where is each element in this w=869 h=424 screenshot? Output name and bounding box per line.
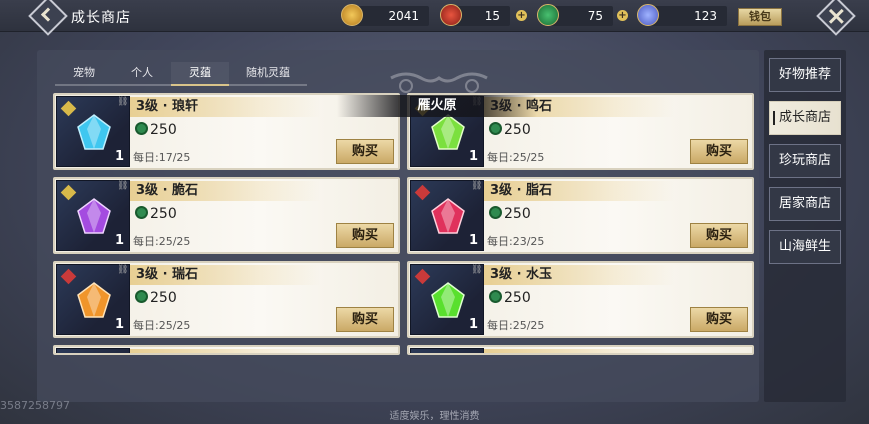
orange-gem-icon (77, 282, 111, 318)
item-name: 3级 · 瑞石 (130, 265, 320, 285)
shop-item-card[interactable]: 1 ⛓ 3级 · 脂石 250 每日:23/25 购买 (407, 177, 754, 254)
green-coin-icon (135, 206, 148, 219)
sidebar-item-growth-shop[interactable]: 成长商店 (769, 101, 841, 135)
currency-green-value: 75 (587, 9, 603, 23)
tab-pets[interactable]: 宠物 (55, 62, 113, 86)
currency-green: 75 (537, 4, 613, 26)
item-price: 250 (135, 206, 177, 222)
currency-gold: 2041 (341, 4, 429, 26)
green-coin-icon (135, 290, 148, 303)
rarity-badge-icon (60, 268, 77, 285)
buy-button[interactable]: 购买 (690, 307, 748, 332)
item-name: 3级 · 琅轩 (130, 97, 320, 117)
buy-button[interactable]: 购买 (336, 307, 394, 332)
shop-item-card[interactable]: 1 ⛓ 3级 · 瑞石 250 每日:25/25 购买 (53, 261, 400, 338)
item-price-value: 250 (150, 290, 177, 306)
currency-gold-value: 2041 (388, 9, 419, 23)
chain-link-icon: ⛓ (117, 97, 129, 107)
currency-blue-value: 123 (694, 9, 717, 23)
shop-item-card-partial[interactable] (53, 345, 400, 355)
currency-blue: 123 (637, 4, 727, 26)
green-coin-icon (489, 122, 502, 135)
item-quantity: 1 (468, 149, 478, 164)
daily-limit: 每日:25/25 (133, 319, 191, 332)
buy-button[interactable]: 购买 (690, 223, 748, 248)
currency-red: 15 (440, 4, 510, 26)
tab-random-lingyun[interactable]: 随机灵蕴 (229, 62, 307, 86)
shop-item-card[interactable]: 1 ⛓ 3级 · 脆石 250 每日:25/25 购买 (53, 177, 400, 254)
green-coin-icon (135, 122, 148, 135)
rarity-badge-icon (60, 184, 77, 201)
item-price-value: 250 (504, 122, 531, 138)
sidebar-item-home-shop[interactable]: 居家商店 (769, 187, 841, 221)
purple-gem-icon (77, 198, 111, 234)
top-bar: 成长商店 2041 15 + 75 + 123 钱包 (0, 0, 869, 36)
rarity-badge-icon (414, 184, 431, 201)
chevron-left-icon (40, 7, 56, 22)
chain-link-icon: ⛓ (117, 181, 129, 191)
currency-red-value: 15 (484, 9, 500, 23)
buy-button[interactable]: 购买 (336, 223, 394, 248)
item-price: 250 (135, 290, 177, 306)
chain-link-icon: ⛓ (471, 181, 483, 191)
blue-gem-icon (77, 114, 111, 150)
item-name-partial (130, 349, 320, 353)
close-button[interactable] (816, 0, 856, 36)
item-quantity: 1 (468, 317, 478, 332)
sidebar-item-featured[interactable]: 好物推荐 (769, 58, 841, 92)
green-coin-icon (489, 290, 502, 303)
tab-lingyun[interactable]: 灵蕴 (171, 62, 229, 86)
daily-limit: 每日:25/25 (487, 319, 545, 332)
shop-item-card[interactable]: 1 ⛓ 3级 · 水玉 250 每日:25/25 购买 (407, 261, 754, 338)
add-green-currency-button[interactable]: + (617, 10, 628, 21)
item-price-value: 250 (150, 122, 177, 138)
green-gem-icon (431, 114, 465, 150)
chain-link-icon: ⛓ (471, 265, 483, 275)
page-title: 成长商店 (71, 10, 131, 26)
shop-item-card-partial[interactable] (407, 345, 754, 355)
back-button[interactable] (28, 0, 68, 36)
daily-limit: 每日:17/25 (133, 151, 191, 164)
sidebar-item-treasure-shop[interactable]: 珍玩商店 (769, 144, 841, 178)
item-price-value: 250 (504, 290, 531, 306)
blue-crystal-icon (637, 4, 659, 26)
add-red-currency-button[interactable]: + (516, 10, 527, 21)
buy-button[interactable]: 购买 (690, 139, 748, 164)
green-gem-icon (431, 282, 465, 318)
daily-limit: 每日:23/25 (487, 235, 545, 248)
item-name: 3级 · 脂石 (484, 181, 674, 201)
item-quantity: 1 (114, 233, 124, 248)
green-coin-icon (537, 4, 559, 26)
red-gem-icon (431, 198, 465, 234)
item-thumbnail (410, 348, 484, 353)
item-price: 250 (489, 206, 531, 222)
item-price-value: 250 (150, 206, 177, 222)
red-orb-icon (440, 4, 462, 26)
rarity-badge-icon (414, 268, 431, 285)
item-quantity: 1 (468, 233, 478, 248)
daily-limit: 每日:25/25 (487, 151, 545, 164)
item-price: 250 (489, 122, 531, 138)
daily-limit: 每日:25/25 (133, 235, 191, 248)
item-quantity: 1 (114, 149, 124, 164)
item-price: 250 (135, 122, 177, 138)
item-name: 3级 · 水玉 (484, 265, 674, 285)
green-coin-icon (489, 206, 502, 219)
gold-pouch-icon (341, 4, 363, 26)
item-thumbnail (56, 348, 130, 353)
buy-button[interactable]: 购买 (336, 139, 394, 164)
wallet-button[interactable]: 钱包 (738, 8, 782, 26)
item-name-partial (484, 349, 674, 353)
location-banner: 雁火原 (337, 95, 537, 117)
rarity-badge-icon (60, 100, 77, 117)
item-quantity: 1 (114, 317, 124, 332)
item-name: 3级 · 脆石 (130, 181, 320, 201)
tab-personal[interactable]: 个人 (113, 62, 171, 86)
item-price: 250 (489, 290, 531, 306)
sidebar-item-shanhai-fresh[interactable]: 山海鲜生 (769, 230, 841, 264)
category-tabs: 宠物 个人 灵蕴 随机灵蕴 (55, 62, 307, 86)
chain-link-icon: ⛓ (117, 265, 129, 275)
health-notice: 适度娱乐，理性消费 (389, 411, 480, 422)
item-price-value: 250 (504, 206, 531, 222)
